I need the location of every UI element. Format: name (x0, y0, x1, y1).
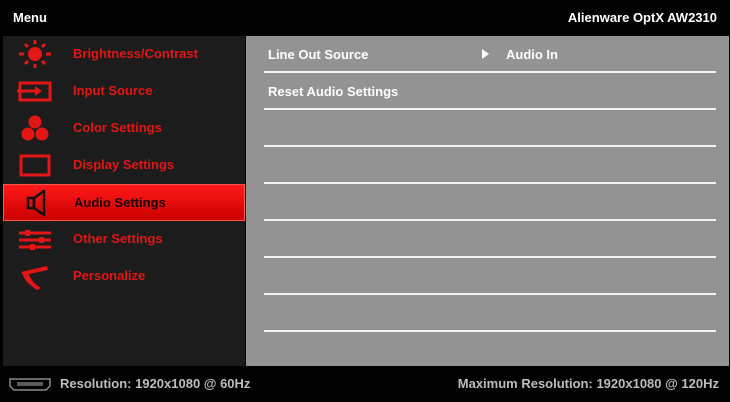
color-settings-icon (21, 115, 49, 141)
sidebar-item-label: Input Source (73, 83, 153, 98)
menu-title: Menu (13, 10, 47, 25)
right-arrow-icon (482, 49, 489, 59)
other-settings-icon (19, 230, 51, 250)
sidebar-item-label: Audio Settings (74, 195, 166, 210)
sidebar-item-audio-settings[interactable]: Audio Settings (3, 184, 245, 221)
maximum-resolution: Maximum Resolution: 1920x1080 @ 120Hz (457, 376, 719, 391)
empty-row (264, 184, 716, 221)
current-resolution: Resolution: 1920x1080 @ 60Hz (60, 376, 251, 391)
sidebar-item-personalize[interactable]: Personalize (3, 258, 245, 295)
empty-row (264, 110, 716, 147)
sidebar-item-label: Brightness/Contrast (73, 46, 198, 61)
sidebar-item-input-source[interactable]: Input Source (3, 73, 245, 110)
sidebar-item-color-settings[interactable]: Color Settings (3, 110, 245, 147)
display-settings-icon (19, 154, 51, 177)
empty-row (264, 147, 716, 184)
empty-row (264, 221, 716, 258)
sidebar-item-label: Display Settings (73, 157, 175, 172)
monitor-osd-menu: Menu Alienware OptX AW2310 Brightness/Co… (0, 0, 730, 402)
sidebar-item-label: Personalize (73, 268, 146, 283)
sidebar: Brightness/Contrast Input Source Color S… (3, 36, 245, 366)
personalize-icon (21, 266, 48, 290)
sidebar-item-display-settings[interactable]: Display Settings (3, 147, 245, 184)
brightness-icon (19, 40, 51, 68)
row-value: Audio In (506, 47, 558, 62)
sidebar-item-brightness-contrast[interactable]: Brightness/Contrast (3, 36, 245, 73)
hdmi-connector-icon (9, 378, 51, 391)
audio-settings-panel: Line Out Source Audio In Reset Audio Set… (246, 36, 729, 366)
title-bar: Menu Alienware OptX AW2310 (0, 0, 730, 36)
sidebar-item-label: Other Settings (73, 231, 163, 246)
sidebar-item-label: Color Settings (73, 120, 162, 135)
empty-row (264, 295, 716, 332)
line-out-source-row[interactable]: Line Out Source Audio In (264, 36, 716, 73)
input-source-icon (17, 81, 52, 102)
model-name: Alienware OptX AW2310 (567, 10, 717, 25)
status-bar: Resolution: 1920x1080 @ 60Hz Maximum Res… (0, 366, 730, 402)
row-label: Line Out Source (268, 47, 369, 62)
empty-row (264, 258, 716, 295)
speaker-icon (26, 189, 46, 217)
sidebar-item-other-settings[interactable]: Other Settings (3, 221, 245, 258)
reset-audio-settings-row[interactable]: Reset Audio Settings (264, 73, 716, 110)
row-label: Reset Audio Settings (268, 84, 399, 99)
